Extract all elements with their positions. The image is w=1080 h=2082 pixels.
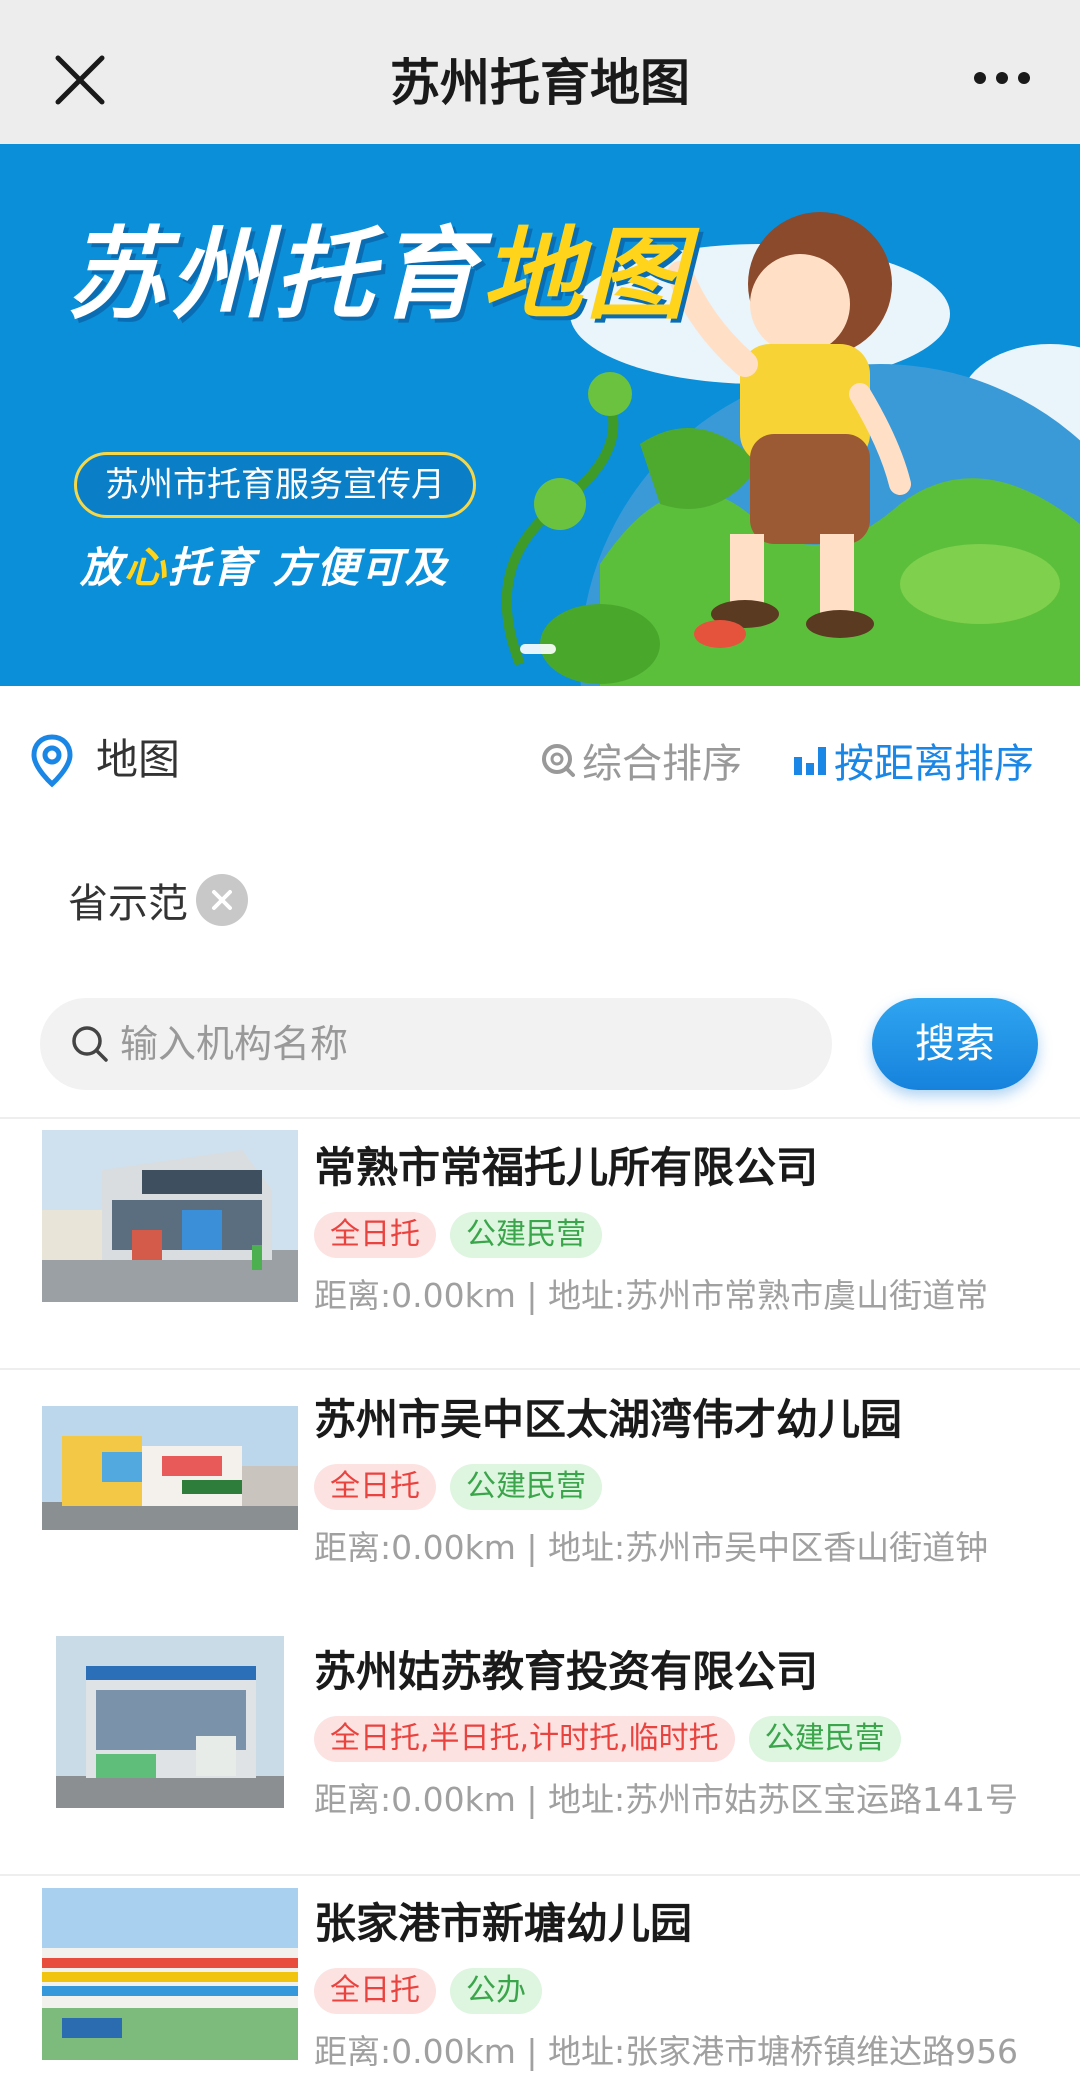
tag-list: 全日托 公建民营 (314, 1464, 616, 1510)
tag-list: 全日托 公办 (314, 1968, 556, 2014)
care-type-tag: 全日托,半日托,计时托,临时托 (314, 1716, 735, 1762)
divider (0, 1368, 1080, 1370)
filter-chip: 省示范 (68, 870, 248, 930)
divider (0, 1117, 1080, 1119)
ownership-tag: 公办 (450, 1968, 542, 2014)
institution-photo (42, 1888, 298, 2060)
institution-name: 常熟市常福托儿所有限公司 (314, 1143, 819, 1192)
location-pin-icon[interactable] (30, 734, 74, 788)
nav-bar: 苏州托育地图 (0, 0, 1080, 144)
institution-name: 张家港市新塘幼儿园 (314, 1899, 693, 1948)
care-type-tag: 全日托 (314, 1212, 436, 1258)
banner-pill: 苏州市托育服务宣传月 (74, 452, 476, 518)
sort-distance-label: 按距离排序 (834, 741, 1034, 787)
banner-slogan: 放心托育 方便可及 (80, 543, 449, 592)
promo-banner[interactable]: 苏州托育地图 苏州市托育服务宣传月 放心托育 方便可及 (0, 144, 1080, 686)
search-sort-icon (542, 744, 575, 777)
page-title: 苏州托育地图 (390, 54, 690, 112)
ownership-tag: 公建民营 (450, 1212, 602, 1258)
filter-bar: 地图 综合排序 按距离排序 (0, 686, 1080, 826)
search-box (40, 998, 832, 1090)
care-type-tag: 全日托 (314, 1968, 436, 2014)
distance-address: 距离:0.00km | 地址:苏州市姑苏区宝运路141号 (314, 1780, 1019, 1819)
close-icon (212, 890, 232, 910)
care-type-tag: 全日托 (314, 1464, 436, 1510)
distance-address: 距离:0.00km | 地址:苏州市吴中区香山街道钟 (314, 1528, 989, 1567)
divider (0, 1874, 1080, 1876)
search-icon (72, 1026, 108, 1062)
institution-photo (42, 1130, 298, 1302)
list-item[interactable]: 常熟市常福托儿所有限公司 全日托 公建民营 距离:0.00km | 地址:苏州市… (0, 1124, 1080, 1376)
distance-address: 距离:0.00km | 地址:苏州市常熟市虞山街道常 (314, 1276, 989, 1315)
chip-label: 省示范 (68, 881, 188, 927)
ownership-tag: 公建民营 (748, 1716, 901, 1762)
institution-name: 苏州市吴中区太湖湾伟才幼儿园 (314, 1395, 903, 1444)
list-item[interactable]: 苏州市吴中区太湖湾伟才幼儿园 全日托 公建民营 距离:0.00km | 地址:苏… (0, 1376, 1080, 1628)
institution-photo (56, 1636, 284, 1808)
bar-chart-icon (794, 747, 826, 775)
list-item[interactable]: 苏州姑苏教育投资有限公司 全日托,半日托,计时托,临时托 公建民营 距离:0.0… (0, 1628, 1080, 1880)
sort-composite-button[interactable]: 综合排序 (540, 730, 742, 790)
search-input[interactable] (120, 998, 810, 1090)
map-label[interactable]: 地图 (96, 730, 180, 790)
chip-remove-button[interactable] (196, 874, 248, 926)
list-item[interactable]: 张家港市新塘幼儿园 全日托 公办 距离:0.00km | 地址:张家港市塘桥镇维… (0, 1880, 1080, 2082)
ownership-tag: 公建民营 (450, 1464, 602, 1510)
distance-address: 距离:0.00km | 地址:张家港市塘桥镇维达路956 (314, 2032, 1019, 2071)
carousel-indicator (520, 644, 556, 654)
search-button[interactable]: 搜索 (872, 998, 1038, 1090)
tag-list: 全日托,半日托,计时托,临时托 公建民营 (314, 1716, 915, 1762)
institution-name: 苏州姑苏教育投资有限公司 (314, 1647, 819, 1696)
institution-photo (42, 1406, 298, 1530)
sort-composite-label: 综合排序 (582, 741, 742, 787)
more-icon[interactable] (972, 66, 1032, 90)
sort-distance-button[interactable]: 按距离排序 (792, 730, 1034, 790)
banner-title: 苏州托育地图 (66, 216, 690, 333)
tag-list: 全日托 公建民营 (314, 1212, 616, 1258)
